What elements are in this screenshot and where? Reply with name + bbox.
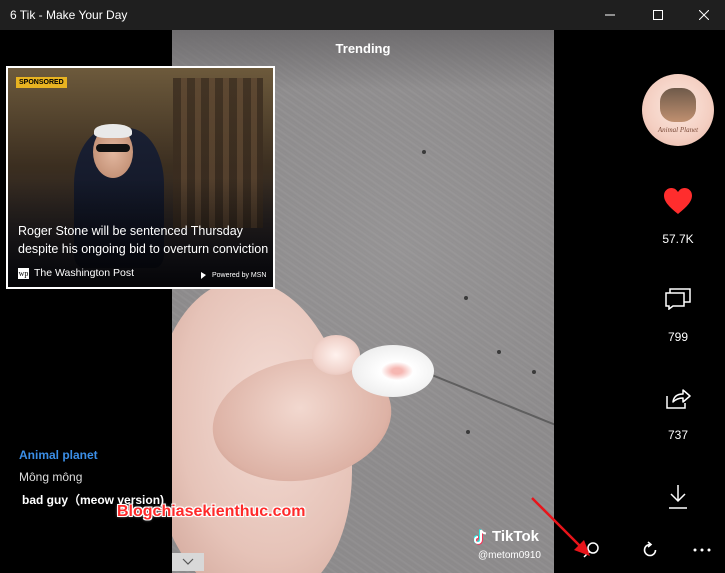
- close-icon: [699, 10, 709, 20]
- ad-source-name: The Washington Post: [34, 267, 134, 279]
- avatar-label: Animal Planet: [657, 126, 699, 134]
- sponsored-badge: SPONSORED: [16, 77, 67, 88]
- more-icon: [693, 548, 711, 552]
- blog-watermark: Blogchiasekienthuc.com: [117, 503, 306, 520]
- sponsored-ad-card[interactable]: SPONSORED Roger Stone will be sentenced …: [6, 66, 275, 289]
- ad-source: wp The Washington Post: [18, 267, 134, 279]
- tiktok-icon: [474, 528, 487, 545]
- maximize-icon: [653, 10, 663, 20]
- creator-name[interactable]: Animal planet: [19, 448, 98, 462]
- comments-count: 799: [667, 330, 689, 344]
- ad-powered-by: Powered by MSN: [200, 271, 266, 280]
- refresh-button[interactable]: [637, 537, 663, 563]
- download-icon: [669, 485, 687, 509]
- share-button[interactable]: [655, 380, 701, 418]
- download-button[interactable]: [655, 478, 701, 516]
- heart-icon: [664, 188, 692, 214]
- video-caption: Mông mông: [19, 470, 83, 484]
- ad-headline[interactable]: Roger Stone will be sentenced Thursday d…: [18, 222, 270, 258]
- next-video-button[interactable]: [172, 553, 204, 571]
- washington-post-logo-icon: wp: [18, 267, 29, 279]
- maximize-button[interactable]: [635, 0, 681, 30]
- cotton-paw-image: [352, 345, 434, 397]
- powered-by-label: Powered by MSN: [212, 272, 267, 279]
- window-title: 6 Tik - Make Your Day: [10, 8, 128, 22]
- chevron-down-icon: [182, 558, 194, 565]
- creator-avatar[interactable]: Animal Planet: [642, 74, 714, 146]
- annotation-arrow-icon: [531, 497, 590, 556]
- title-bar: 6 Tik - Make Your Day: [0, 0, 725, 30]
- shares-count: 737: [667, 428, 689, 442]
- minimize-icon: [605, 14, 615, 16]
- app-content: Trending TikTok @metom0910 Animal planet…: [0, 30, 725, 573]
- likes-count: 57.7K: [662, 232, 694, 246]
- minimize-button[interactable]: [587, 0, 633, 30]
- close-button[interactable]: [681, 0, 725, 30]
- share-icon: [666, 389, 691, 409]
- tab-trending[interactable]: Trending: [172, 41, 554, 56]
- msn-icon: [201, 272, 206, 279]
- like-button[interactable]: [655, 182, 701, 220]
- refresh-icon: [643, 541, 657, 557]
- comment-button[interactable]: [655, 280, 701, 318]
- more-options-button[interactable]: [689, 537, 715, 563]
- comment-icon: [665, 288, 691, 310]
